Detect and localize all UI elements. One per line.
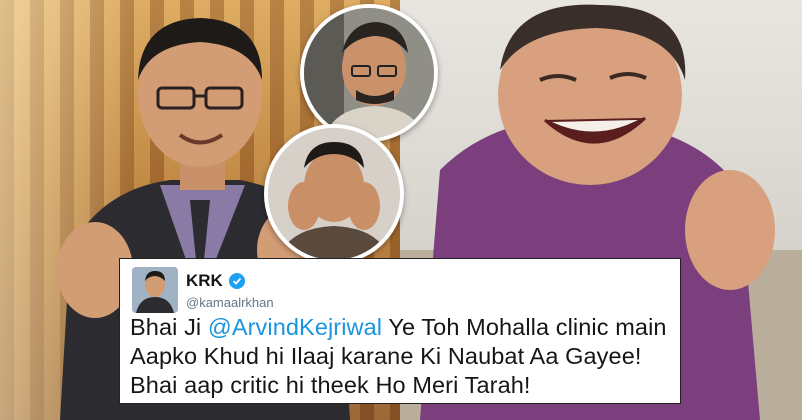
composite-image: KRK @kamaalrkhan Bhai Ji @ArvindKejriwal… [0, 0, 802, 420]
tweet-card: KRK @kamaalrkhan Bhai Ji @ArvindKejriwal… [119, 258, 681, 404]
tweet-mention-link[interactable]: @ArvindKejriwal [208, 314, 382, 340]
display-name-text: KRK [186, 271, 223, 290]
verified-badge-icon [228, 273, 245, 289]
tweet-handle[interactable]: @kamaalrkhan [186, 295, 274, 310]
man-hands-on-cheeks-image [268, 128, 400, 260]
profile-picture-image [132, 267, 178, 313]
inset-photo-bottom [264, 124, 404, 264]
checkmark-icon [232, 277, 242, 285]
inset-photo-top [300, 4, 438, 142]
tweet-text-before: Bhai Ji [130, 314, 208, 340]
tweet-display-name[interactable]: KRK [186, 271, 245, 291]
tweet-text: Bhai Ji @ArvindKejriwal Ye Toh Mohalla c… [130, 313, 676, 400]
man-in-car-image [304, 8, 434, 138]
avatar[interactable] [132, 267, 178, 313]
